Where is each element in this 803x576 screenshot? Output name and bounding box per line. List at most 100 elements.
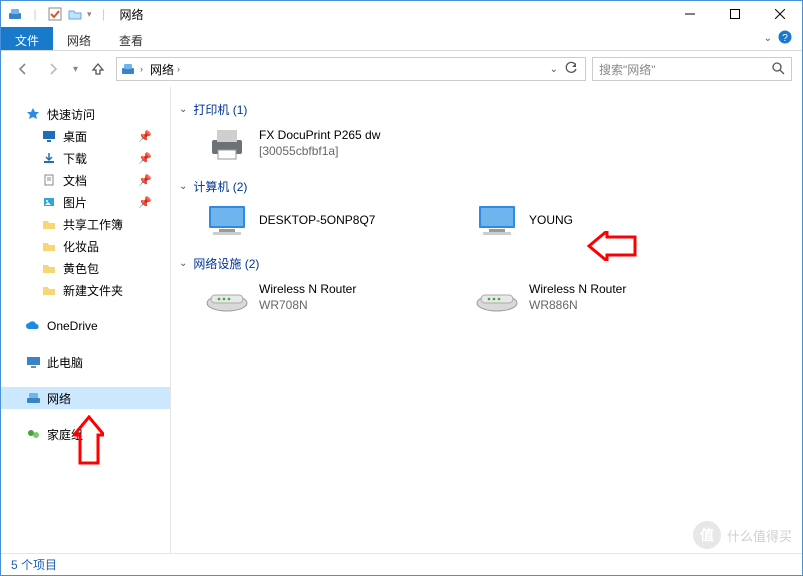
- sidebar-item-label: 新建文件夹: [63, 282, 123, 299]
- network-icon: [25, 390, 41, 406]
- app-icon: [7, 6, 23, 22]
- address-bar[interactable]: › 网络 › ⌄: [116, 57, 586, 81]
- title-bar: | ▾ | 网络: [1, 1, 802, 27]
- sidebar-item-label: 共享工作簿: [63, 216, 123, 233]
- item-label: Wireless N Router: [259, 282, 356, 298]
- qat-folder-icon[interactable]: [67, 6, 83, 22]
- watermark-text: 什么值得买: [727, 526, 792, 545]
- content-pane: ⌄ 打印机 (1) FX DocuPrint P265 dw [30055cbf…: [171, 87, 802, 553]
- item-router[interactable]: Wireless N Router WR886N: [475, 278, 725, 318]
- nav-bar: ▾ › 网络 › ⌄ 搜索"网络": [1, 51, 802, 87]
- documents-icon: [41, 172, 57, 188]
- up-button[interactable]: [86, 57, 110, 81]
- svg-text:?: ?: [782, 33, 788, 44]
- breadcrumb-segment[interactable]: 网络 ›: [147, 60, 183, 79]
- computer-icon: [205, 201, 249, 241]
- location-icon: [120, 61, 136, 77]
- qat-dropdown-icon[interactable]: ▾: [87, 9, 92, 20]
- item-label: YOUNG: [529, 213, 573, 229]
- maximize-button[interactable]: [712, 1, 757, 27]
- sidebar-item-label: 快速访问: [47, 106, 95, 123]
- back-button[interactable]: [11, 57, 35, 81]
- window-title: 网络: [120, 6, 144, 23]
- minimize-button[interactable]: [667, 1, 712, 27]
- sidebar-item-folder[interactable]: 化妆品: [1, 235, 170, 257]
- sidebar-homegroup[interactable]: 家庭组: [1, 423, 170, 445]
- sidebar-item-label: 此电脑: [47, 354, 83, 371]
- chevron-down-icon[interactable]: ⌄: [179, 258, 187, 269]
- chevron-right-icon[interactable]: ›: [177, 64, 180, 74]
- forward-button[interactable]: [41, 57, 65, 81]
- item-label: DESKTOP-5ONP8Q7: [259, 213, 375, 229]
- search-icon[interactable]: [771, 61, 785, 78]
- pictures-icon: [41, 194, 57, 210]
- pin-icon: 📌: [138, 130, 152, 143]
- search-input[interactable]: 搜索"网络": [592, 57, 792, 81]
- folder-icon: [41, 260, 57, 276]
- sidebar-item-documents[interactable]: 文档 📌: [1, 169, 170, 191]
- sidebar-item-downloads[interactable]: 下载 📌: [1, 147, 170, 169]
- this-pc-icon: [25, 354, 41, 370]
- sidebar-item-label: 家庭组: [47, 426, 83, 443]
- refresh-icon[interactable]: [564, 61, 578, 78]
- status-bar: 5 个项目: [1, 553, 802, 575]
- breadcrumb-label: 网络: [150, 61, 174, 78]
- printer-icon: [205, 124, 249, 164]
- item-computer[interactable]: YOUNG: [475, 201, 725, 241]
- divider-icon: |: [27, 6, 43, 22]
- desktop-icon: [41, 128, 57, 144]
- chevron-down-icon[interactable]: ⌄: [179, 181, 187, 192]
- sidebar-item-label: 网络: [47, 390, 71, 407]
- item-sublabel: WR886N: [529, 298, 626, 314]
- item-computer[interactable]: DESKTOP-5ONP8Q7: [205, 201, 455, 241]
- pin-icon: 📌: [138, 152, 152, 165]
- sidebar-item-folder[interactable]: 新建文件夹: [1, 279, 170, 301]
- onedrive-icon: [25, 318, 41, 334]
- tab-file[interactable]: 文件: [1, 27, 53, 50]
- qat-checkbox-icon[interactable]: [47, 6, 63, 22]
- group-header-printers[interactable]: ⌄ 打印机 (1): [179, 101, 794, 118]
- navigation-pane: 快速访问 桌面 📌 下载 📌 文档 📌 图片 📌 共享工作簿 化妆品: [1, 87, 171, 553]
- router-icon: [205, 278, 249, 318]
- router-icon: [475, 278, 519, 318]
- folder-icon: [41, 282, 57, 298]
- ribbon-collapse-icon[interactable]: ⌄: [764, 33, 772, 44]
- star-icon: [25, 106, 41, 122]
- item-sublabel: WR708N: [259, 298, 356, 314]
- homegroup-icon: [25, 426, 41, 442]
- item-printer[interactable]: FX DocuPrint P265 dw [30055cbfbf1a]: [205, 124, 455, 164]
- sidebar-item-folder[interactable]: 共享工作簿: [1, 213, 170, 235]
- sidebar-network[interactable]: 网络: [1, 387, 170, 409]
- sidebar-quick-access[interactable]: 快速访问: [1, 103, 170, 125]
- search-placeholder: 搜索"网络": [599, 61, 656, 78]
- pin-icon: 📌: [138, 174, 152, 187]
- watermark-icon: 值: [693, 521, 721, 549]
- group-title: 计算机 (2): [193, 178, 247, 195]
- group-header-computers[interactable]: ⌄ 计算机 (2): [179, 178, 794, 195]
- help-icon[interactable]: ?: [778, 30, 792, 47]
- chevron-right-icon[interactable]: ›: [140, 64, 143, 74]
- item-sublabel: [30055cbfbf1a]: [259, 144, 380, 160]
- address-dropdown-icon[interactable]: ⌄: [550, 64, 558, 75]
- sidebar-item-label: 黄色包: [63, 260, 99, 277]
- group-title: 打印机 (1): [193, 101, 247, 118]
- sidebar-this-pc[interactable]: 此电脑: [1, 351, 170, 373]
- folder-icon: [41, 216, 57, 232]
- close-button[interactable]: [757, 1, 802, 27]
- computer-icon: [475, 201, 519, 241]
- sidebar-onedrive[interactable]: OneDrive: [1, 315, 170, 337]
- status-text: 5 个项目: [11, 556, 57, 573]
- tab-network[interactable]: 网络: [53, 27, 105, 50]
- chevron-down-icon[interactable]: ⌄: [179, 104, 187, 115]
- sidebar-item-folder[interactable]: 黄色包: [1, 257, 170, 279]
- group-header-infrastructure[interactable]: ⌄ 网络设施 (2): [179, 255, 794, 272]
- sidebar-item-pictures[interactable]: 图片 📌: [1, 191, 170, 213]
- sidebar-item-label: 下载: [63, 150, 87, 167]
- sidebar-item-desktop[interactable]: 桌面 📌: [1, 125, 170, 147]
- tab-view[interactable]: 查看: [105, 27, 157, 50]
- recent-locations-icon[interactable]: ▾: [71, 64, 80, 75]
- sidebar-item-label: 化妆品: [63, 238, 99, 255]
- item-label: FX DocuPrint P265 dw: [259, 128, 380, 144]
- item-router[interactable]: Wireless N Router WR708N: [205, 278, 455, 318]
- downloads-icon: [41, 150, 57, 166]
